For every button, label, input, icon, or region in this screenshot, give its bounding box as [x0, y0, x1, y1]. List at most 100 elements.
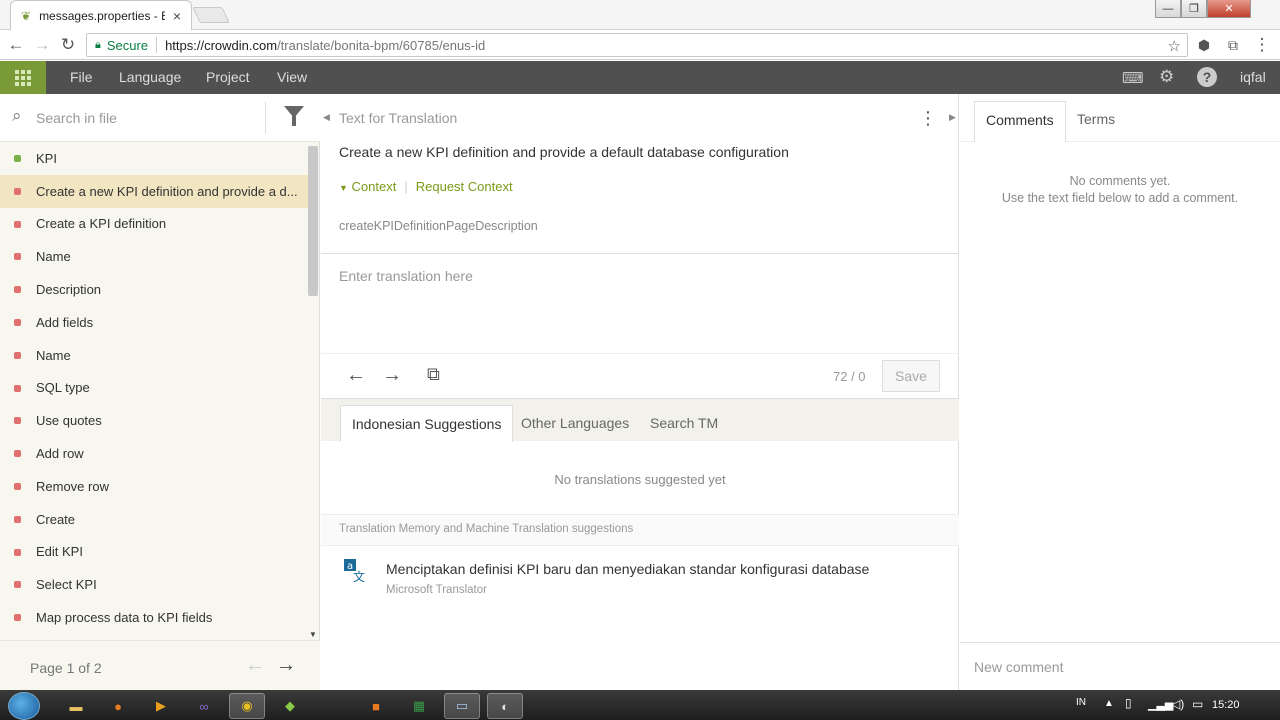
tab-search-tm[interactable]: Search TM: [639, 405, 729, 442]
window-app-icon[interactable]: ▭: [444, 693, 480, 719]
excel-icon[interactable]: ▦: [401, 693, 437, 719]
list-item[interactable]: Name: [0, 339, 308, 372]
previous-string-icon[interactable]: ←: [346, 364, 366, 387]
tab-comments[interactable]: Comments: [974, 101, 1066, 142]
tab-close-icon[interactable]: ×: [173, 8, 181, 24]
new-comment-field[interactable]: New comment: [960, 642, 1280, 690]
mt-suggestion[interactable]: Menciptakan definisi KPI baru dan menyed…: [386, 561, 869, 577]
scroll-down-icon[interactable]: ▼: [309, 630, 317, 639]
extension-icon[interactable]: ⬢: [1194, 35, 1214, 55]
menu-language[interactable]: Language: [119, 61, 181, 94]
menu-project[interactable]: Project: [206, 61, 250, 94]
source-header: Text for Translation: [339, 110, 458, 126]
app-header: File Language Project View ⌨ ⚙ ? iqfal: [0, 61, 1280, 94]
context-label: Context: [351, 179, 397, 194]
crowdin-favicon-icon: ❦: [21, 8, 32, 23]
caret-down-icon: ▼: [339, 183, 348, 193]
list-item[interactable]: Remove row: [0, 470, 308, 503]
request-context-link[interactable]: Request Context: [416, 179, 513, 194]
menu-file[interactable]: File: [70, 61, 93, 94]
no-comments-line2: Use the text field below to add a commen…: [1001, 191, 1239, 205]
status-dot-icon: [14, 581, 21, 589]
clock[interactable]: 15:20: [1212, 699, 1240, 711]
list-item[interactable]: Description: [0, 273, 308, 306]
start-button[interactable]: [8, 692, 40, 720]
search-input[interactable]: Search in file: [36, 110, 117, 126]
lock-icon: 🔒︎: [95, 38, 101, 51]
tab-indonesian-suggestions[interactable]: Indonesian Suggestions: [340, 405, 514, 442]
list-item[interactable]: KPI: [0, 142, 308, 175]
copy-source-icon[interactable]: ⧉: [427, 364, 440, 385]
help-icon[interactable]: ?: [1197, 67, 1217, 87]
tray-expand-icon[interactable]: ▲: [1104, 698, 1114, 709]
browser-tab[interactable]: ❦ messages.properties - Bonita ×: [10, 0, 192, 30]
gear-icon[interactable]: ⚙: [1159, 67, 1174, 87]
list-item[interactable]: Edit KPI: [0, 536, 308, 569]
apps-grid-icon[interactable]: [0, 61, 46, 94]
context-toggle[interactable]: ▼ Context: [339, 179, 396, 194]
chrome-icon[interactable]: ◉: [229, 693, 265, 719]
media-player-icon[interactable]: ▶: [143, 693, 179, 719]
list-item[interactable]: Select KPI: [0, 568, 308, 601]
chrome-menu-icon[interactable]: ⋮: [1252, 35, 1272, 55]
translation-input[interactable]: Enter translation here: [321, 253, 959, 353]
more-options-icon[interactable]: ⋮: [919, 108, 937, 129]
back-icon[interactable]: ←: [6, 35, 26, 55]
restore-icon: ❐: [1189, 3, 1199, 15]
keyboard-icon[interactable]: ⌨: [1122, 69, 1144, 87]
tab-terms[interactable]: Terms: [1066, 101, 1126, 142]
battery-icon[interactable]: ▯: [1125, 696, 1132, 710]
list-item[interactable]: Use quotes: [0, 404, 308, 437]
context-bar: ▼ Context | Request Context: [339, 179, 513, 194]
menu-view[interactable]: View: [277, 61, 307, 94]
user-name[interactable]: iqfal: [1240, 61, 1266, 94]
page-indicator: Page 1 of 2: [30, 660, 102, 676]
status-dot-icon: [14, 318, 21, 326]
status-dot-icon: [14, 482, 21, 490]
forward-icon[interactable]: →: [32, 35, 52, 55]
close-icon: ✕: [1224, 3, 1234, 15]
firefox-icon[interactable]: ●: [100, 693, 136, 719]
list-item[interactable]: Name: [0, 240, 308, 273]
list-item[interactable]: Create a KPI definition: [0, 208, 308, 241]
volume-icon[interactable]: ◁): [1171, 697, 1184, 711]
no-comments-message: No comments yet. Use the text field belo…: [960, 173, 1280, 207]
bookmark-star-icon[interactable]: ☆: [1168, 37, 1181, 55]
prev-page-icon[interactable]: ←: [245, 654, 265, 677]
app-icon-orange[interactable]: ■: [358, 693, 394, 719]
status-dot-icon: [14, 220, 21, 228]
explorer-icon[interactable]: ▬: [58, 693, 94, 719]
minimize-button[interactable]: —: [1155, 0, 1181, 18]
new-tab-button[interactable]: [192, 7, 230, 23]
tab-other-languages[interactable]: Other Languages: [510, 405, 640, 442]
window-close-button[interactable]: ✕: [1207, 0, 1251, 18]
restore-button[interactable]: ❐: [1181, 0, 1207, 18]
next-string-icon[interactable]: →: [382, 364, 402, 387]
tm-section-header: Translation Memory and Machine Translati…: [321, 514, 959, 546]
list-item[interactable]: SQL type: [0, 372, 308, 405]
list-item[interactable]: Create a new KPI definition and provide …: [0, 174, 308, 208]
list-item-label: Use quotes: [36, 413, 102, 429]
list-item[interactable]: Map process data to KPI fields: [0, 601, 308, 634]
app-icon-green[interactable]: ◆: [272, 693, 308, 719]
app-icon-grey[interactable]: ◐: [487, 693, 523, 719]
list-item[interactable]: Create: [0, 503, 308, 536]
next-page-icon[interactable]: →: [276, 654, 296, 677]
signal-icon[interactable]: ▁▃▅: [1148, 698, 1173, 711]
collapse-left-icon[interactable]: ◀: [323, 112, 330, 123]
reload-icon[interactable]: ↻: [58, 35, 78, 55]
status-dot-icon: [14, 417, 21, 425]
status-dot-icon: [14, 155, 21, 162]
save-button[interactable]: Save: [882, 360, 940, 392]
language-indicator[interactable]: IN: [1076, 697, 1086, 708]
cast-icon[interactable]: ⧉: [1223, 35, 1243, 55]
status-dot-icon: [14, 450, 21, 458]
list-scrollbar[interactable]: [308, 146, 318, 296]
list-item[interactable]: Add fields: [0, 306, 308, 339]
network-icon[interactable]: ▭: [1192, 697, 1203, 711]
visual-studio-icon[interactable]: ∞: [186, 693, 222, 719]
url-field[interactable]: 🔒︎ Secure https://crowdin.com /translate…: [86, 33, 1188, 57]
status-dot-icon: [14, 253, 21, 261]
collapse-right-icon[interactable]: ▶: [949, 112, 956, 123]
list-item[interactable]: Add row: [0, 437, 308, 470]
